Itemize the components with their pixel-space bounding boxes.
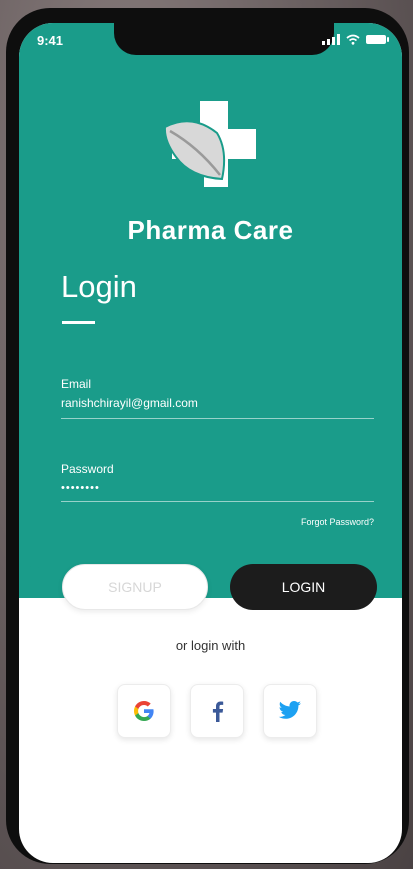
twitter-icon — [278, 701, 301, 719]
email-underline — [61, 418, 374, 419]
password-label: Password — [61, 462, 114, 476]
status-icons — [322, 34, 389, 45]
email-field[interactable] — [61, 396, 371, 410]
title-underline — [62, 321, 95, 324]
alt-login-label: or login with — [175, 638, 246, 653]
facebook-login-button[interactable] — [190, 684, 244, 738]
password-underline — [61, 501, 374, 502]
twitter-login-button[interactable] — [263, 684, 317, 738]
battery-icon — [366, 35, 389, 44]
phone-notch — [114, 23, 334, 55]
facebook-icon — [212, 701, 224, 722]
forgot-password-link[interactable]: Forgot Password? — [301, 517, 374, 527]
phone-frame: 9:41 Pharma Care Login Email ranishchira… — [6, 8, 409, 864]
login-screen: 9:41 Pharma Care Login Email ranishchira… — [19, 23, 402, 863]
page-title: Login — [61, 269, 137, 304]
app-name: Pharma Care — [127, 215, 294, 245]
email-label: Email — [61, 377, 92, 391]
login-button[interactable]: LOGIN — [230, 564, 377, 610]
google-icon — [134, 701, 154, 721]
password-field[interactable]: •••••••• — [61, 482, 371, 494]
signal-icon — [322, 34, 340, 45]
pharma-care-logo — [163, 101, 256, 201]
google-login-button[interactable] — [117, 684, 171, 738]
wifi-icon — [346, 34, 360, 45]
signup-button[interactable]: SIGNUP — [62, 564, 208, 610]
status-time: 9:41 — [37, 33, 64, 48]
